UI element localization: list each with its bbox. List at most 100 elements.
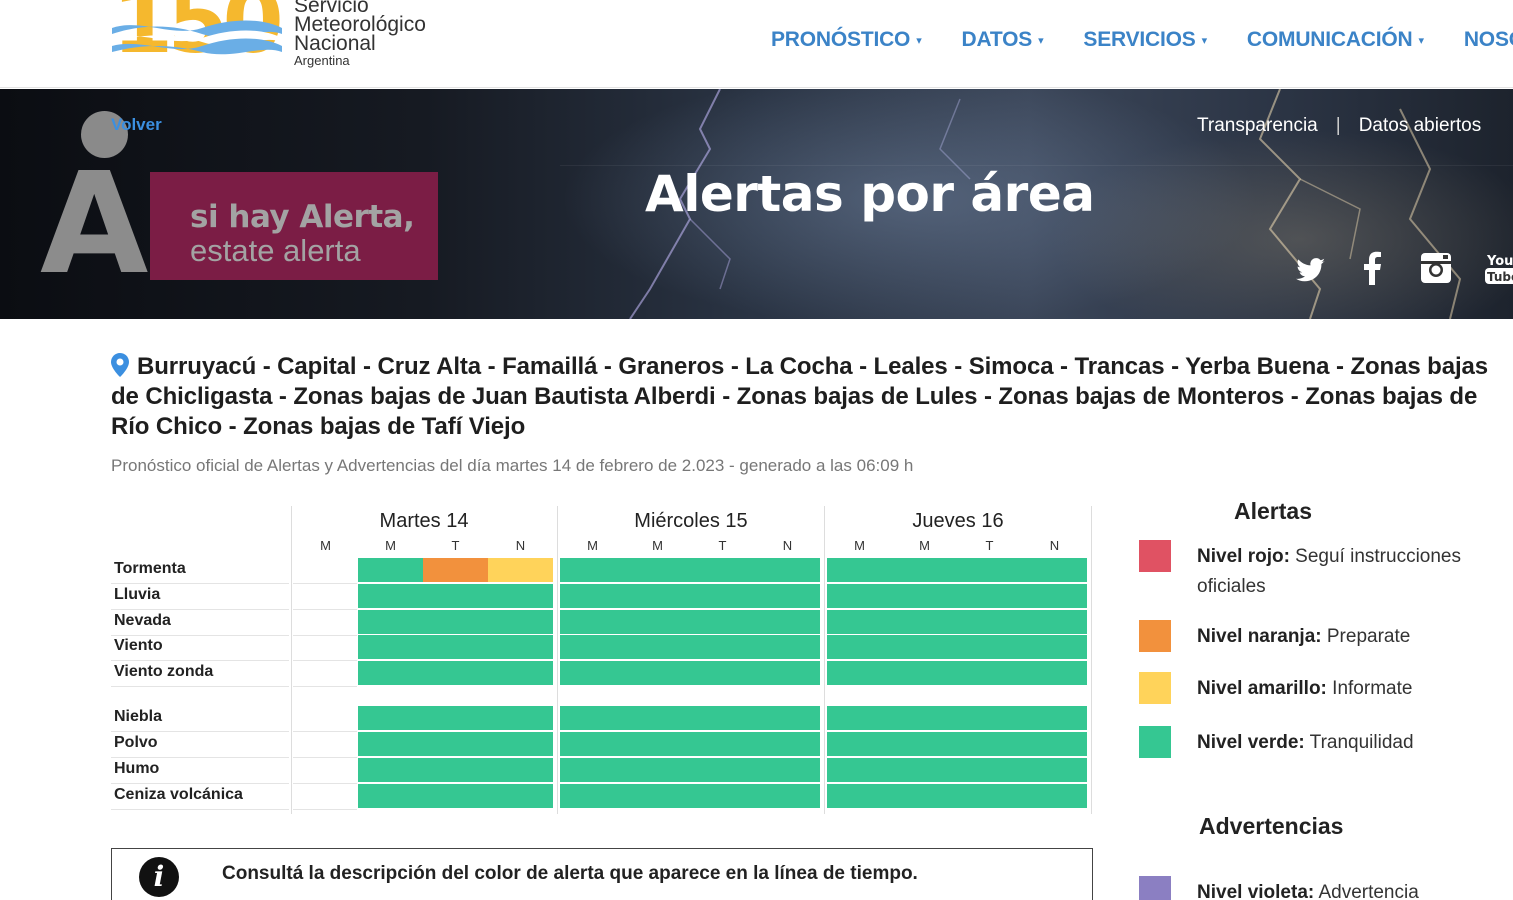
alert-cell-green[interactable]	[488, 610, 553, 634]
alert-cell-green[interactable]	[423, 635, 488, 659]
alert-cell-green[interactable]	[827, 635, 892, 659]
back-link[interactable]: Volver	[111, 115, 162, 135]
alert-cell-green[interactable]	[690, 784, 755, 808]
alert-cell-green[interactable]	[560, 610, 625, 634]
alert-cell-green[interactable]	[1022, 758, 1087, 782]
alert-cell-green[interactable]	[755, 610, 820, 634]
alert-cell-green[interactable]	[358, 610, 423, 634]
facebook-icon[interactable]	[1355, 249, 1391, 289]
alert-cell-green[interactable]	[358, 758, 423, 782]
alert-cell-green[interactable]	[957, 558, 1022, 582]
alert-cell-green[interactable]	[755, 706, 820, 730]
alert-cell-green[interactable]	[1022, 784, 1087, 808]
alert-cell-green[interactable]	[488, 584, 553, 608]
alert-cell-green[interactable]	[690, 732, 755, 756]
alert-cell-green[interactable]	[358, 584, 423, 608]
nav-datos[interactable]: DATOS ▾	[962, 28, 1044, 52]
alert-cell-green[interactable]	[827, 732, 892, 756]
alert-cell-green[interactable]	[892, 758, 957, 782]
nav-comunicacion[interactable]: COMUNICACIÓN ▾	[1247, 28, 1424, 52]
alert-cell-green[interactable]	[423, 758, 488, 782]
alert-cell-green[interactable]	[892, 661, 957, 685]
alert-cell-green[interactable]	[755, 758, 820, 782]
alert-cell-green[interactable]	[423, 610, 488, 634]
transparencia-link[interactable]: Transparencia	[1197, 115, 1318, 137]
alert-cell-green[interactable]	[755, 558, 820, 582]
alert-cell-green[interactable]	[827, 610, 892, 634]
alert-cell-green[interactable]	[560, 661, 625, 685]
alert-cell-green[interactable]	[755, 635, 820, 659]
alert-cell-green[interactable]	[690, 706, 755, 730]
twitter-icon[interactable]	[1293, 249, 1329, 289]
alert-cell-green[interactable]	[560, 784, 625, 808]
alert-cell-yellow[interactable]	[488, 558, 553, 582]
alert-cell-green[interactable]	[1022, 732, 1087, 756]
alert-cell-green[interactable]	[423, 784, 488, 808]
alert-cell-green[interactable]	[1022, 635, 1087, 659]
alert-cell-green[interactable]	[892, 558, 957, 582]
alert-cell-green[interactable]	[625, 661, 690, 685]
alert-cell-green[interactable]	[1022, 584, 1087, 608]
nav-nosotros[interactable]: NOSOT	[1464, 28, 1513, 52]
alert-cell-green[interactable]	[755, 584, 820, 608]
alert-cell-green[interactable]	[488, 635, 553, 659]
alert-cell-green[interactable]	[690, 661, 755, 685]
alert-cell-green[interactable]	[423, 732, 488, 756]
alert-cell-green[interactable]	[488, 661, 553, 685]
alert-cell-green[interactable]	[488, 706, 553, 730]
alert-cell-green[interactable]	[1022, 610, 1087, 634]
alert-cell-green[interactable]	[358, 732, 423, 756]
alert-cell-green[interactable]	[957, 661, 1022, 685]
alert-cell-green[interactable]	[423, 706, 488, 730]
alert-cell-green[interactable]	[827, 661, 892, 685]
alert-cell-green[interactable]	[957, 732, 1022, 756]
alert-cell-green[interactable]	[827, 784, 892, 808]
alert-cell-orange[interactable]	[423, 558, 488, 582]
alert-cell-green[interactable]	[423, 584, 488, 608]
alert-cell-green[interactable]	[358, 558, 423, 582]
alert-cell-green[interactable]	[423, 661, 488, 685]
alert-cell-green[interactable]	[625, 584, 690, 608]
alert-cell-green[interactable]	[690, 610, 755, 634]
alert-cell-green[interactable]	[755, 784, 820, 808]
alert-cell-green[interactable]	[560, 558, 625, 582]
alert-cell-green[interactable]	[625, 706, 690, 730]
alert-cell-green[interactable]	[957, 610, 1022, 634]
alert-cell-green[interactable]	[892, 584, 957, 608]
alert-cell-green[interactable]	[957, 784, 1022, 808]
alert-cell-green[interactable]	[755, 732, 820, 756]
alert-cell-green[interactable]	[892, 706, 957, 730]
alert-cell-green[interactable]	[560, 706, 625, 730]
alert-cell-green[interactable]	[957, 758, 1022, 782]
alert-cell-green[interactable]	[560, 732, 625, 756]
alert-cell-green[interactable]	[1022, 661, 1087, 685]
alert-cell-green[interactable]	[625, 732, 690, 756]
alert-cell-green[interactable]	[690, 558, 755, 582]
alert-cell-green[interactable]	[827, 758, 892, 782]
smn-logo[interactable]: 150 Servicio Meteorológico Nacional Arge…	[112, 0, 452, 74]
nav-pronostico[interactable]: PRONÓSTICO ▾	[771, 28, 922, 52]
datos-abiertos-link[interactable]: Datos abiertos	[1359, 115, 1482, 137]
alert-cell-green[interactable]	[488, 732, 553, 756]
alert-cell-green[interactable]	[625, 758, 690, 782]
alert-cell-green[interactable]	[690, 635, 755, 659]
alert-cell-green[interactable]	[892, 784, 957, 808]
alert-cell-green[interactable]	[892, 610, 957, 634]
alert-cell-green[interactable]	[892, 732, 957, 756]
alert-cell-green[interactable]	[1022, 706, 1087, 730]
alert-cell-green[interactable]	[560, 584, 625, 608]
alert-cell-green[interactable]	[358, 784, 423, 808]
alert-cell-green[interactable]	[827, 558, 892, 582]
alert-cell-green[interactable]	[625, 784, 690, 808]
alert-cell-green[interactable]	[957, 584, 1022, 608]
alert-cell-green[interactable]	[690, 758, 755, 782]
alert-cell-green[interactable]	[560, 635, 625, 659]
alert-cell-green[interactable]	[690, 584, 755, 608]
alert-cell-green[interactable]	[358, 635, 423, 659]
alert-cell-green[interactable]	[625, 635, 690, 659]
alert-cell-green[interactable]	[957, 706, 1022, 730]
alert-cell-green[interactable]	[892, 635, 957, 659]
alert-cell-green[interactable]	[488, 758, 553, 782]
alert-cell-green[interactable]	[827, 706, 892, 730]
alert-cell-green[interactable]	[625, 558, 690, 582]
